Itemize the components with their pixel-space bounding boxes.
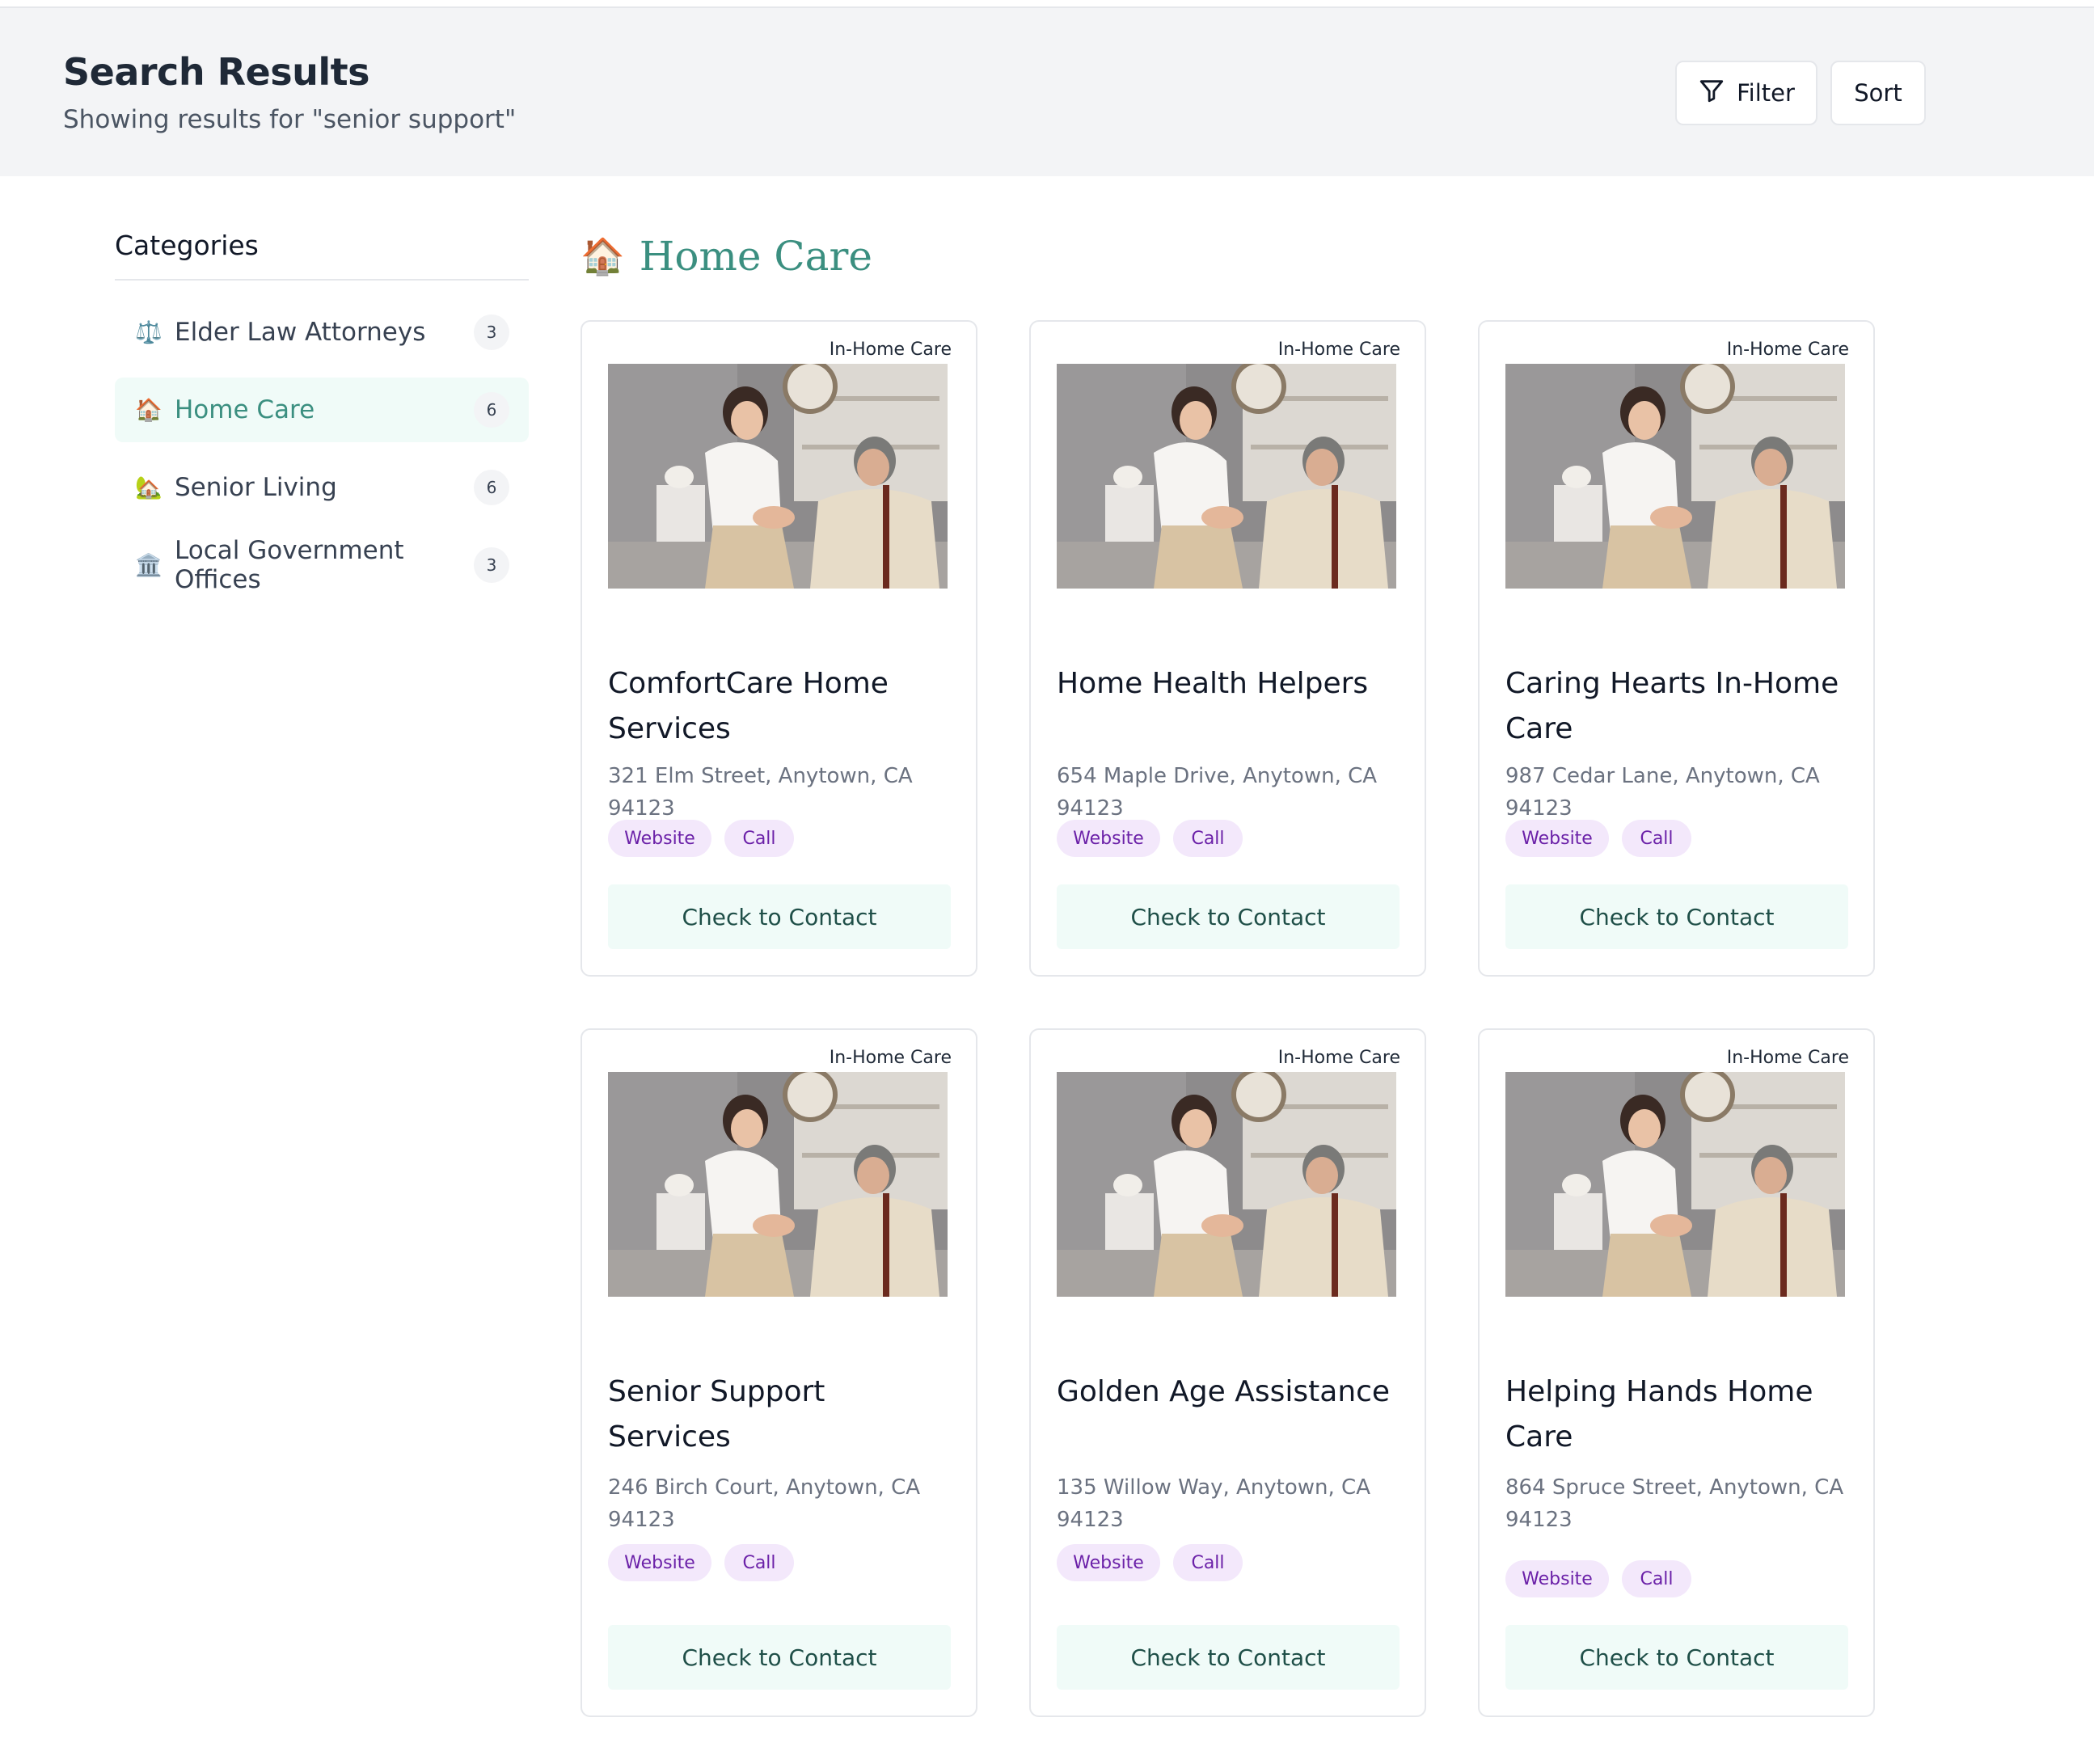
page-title: Search Results [63,50,369,94]
category-label: Home Care [175,395,315,424]
website-link[interactable]: Website [1057,1544,1160,1581]
house-icon: 🏠 [580,236,625,277]
check-to-contact-button[interactable]: Check to Contact [1505,1625,1848,1690]
provider-name: Helping Hands Home Care [1505,1375,1813,1454]
provider-photo [608,364,948,589]
card-category-tag: In-Home Care [829,1048,952,1068]
card-category-tag: In-Home Care [1277,1048,1400,1068]
category-count-badge: 6 [474,470,509,505]
category-label: Senior Living [175,473,337,502]
category-item-elder-law-attorneys[interactable]: ⚖️ Elder Law Attorneys 3 [115,300,529,365]
provider-address: 321 Elm Street, Anytown, CA 94123 [608,764,913,821]
search-query-subtitle: Showing results for "senior support" [63,105,517,134]
check-to-contact-button[interactable]: Check to Contact [1505,884,1848,949]
website-link[interactable]: Website [608,1544,711,1581]
provider-name: Home Health Helpers [1057,667,1369,700]
provider-address: 246 Birch Court, Anytown, CA 94123 [608,1475,921,1532]
provider-card: In-Home Care Helping Hands Home Care 864… [1478,1028,1875,1717]
provider-photo [1505,1072,1845,1297]
provider-photo [608,1072,948,1297]
website-link[interactable]: Website [1505,1560,1609,1597]
section-title: Home Care [639,233,872,280]
classical-building-icon: 🏛️ [135,553,163,578]
section-heading: 🏠 Home Care [580,233,872,280]
provider-card: In-Home Care Golden Age Assistance 135 W… [1029,1028,1426,1717]
website-link[interactable]: Website [608,820,711,857]
categories-title: Categories [115,230,529,281]
categories-sidebar: Categories ⚖️ Elder Law Attorneys 3 🏠 Ho… [115,230,529,610]
category-label: Local Government Offices [175,536,404,594]
category-item-home-care[interactable]: 🏠 Home Care 6 [115,378,529,442]
provider-card: In-Home Care Home Health Helpers 654 Map… [1029,320,1426,977]
check-to-contact-button[interactable]: Check to Contact [1057,884,1400,949]
filter-button-label: Filter [1737,79,1795,107]
filter-icon [1698,77,1725,110]
provider-name: Senior Support Services [608,1375,825,1454]
card-category-tag: In-Home Care [829,340,952,360]
provider-name: Golden Age Assistance [1057,1375,1391,1408]
website-link[interactable]: Website [1505,820,1609,857]
call-link[interactable]: Call [724,820,794,857]
provider-card: In-Home Care Caring Hearts In-Home Care … [1478,320,1875,977]
provider-name: ComfortCare Home Services [608,667,889,745]
category-item-local-government-offices[interactable]: 🏛️ Local Government Offices 3 [115,533,529,597]
call-link[interactable]: Call [1622,820,1691,857]
provider-card: In-Home Care Senior Support Services 246… [580,1028,977,1717]
category-count-badge: 3 [474,314,509,350]
provider-photo [1505,364,1845,589]
sort-button-label: Sort [1854,79,1902,107]
category-label: Elder Law Attorneys [175,318,426,347]
category-count-badge: 3 [474,547,509,583]
category-list: ⚖️ Elder Law Attorneys 3 🏠 Home Care 6 🏡… [115,300,529,597]
provider-address: 987 Cedar Lane, Anytown, CA 94123 [1505,764,1820,821]
card-category-tag: In-Home Care [1726,340,1849,360]
provider-photo [1057,364,1396,589]
website-link[interactable]: Website [1057,820,1160,857]
call-link[interactable]: Call [1173,1544,1243,1581]
sort-button[interactable]: Sort [1830,61,1926,125]
check-to-contact-button[interactable]: Check to Contact [1057,1625,1400,1690]
check-to-contact-button[interactable]: Check to Contact [608,884,951,949]
provider-name: Caring Hearts In-Home Care [1505,667,1839,745]
category-item-senior-living[interactable]: 🏡 Senior Living 6 [115,455,529,520]
scales-icon: ⚖️ [135,320,163,345]
provider-address: 864 Spruce Street, Anytown, CA 94123 [1505,1475,1844,1532]
house-with-garden-icon: 🏡 [135,475,163,500]
results-header: Search Results Showing results for "seni… [0,8,2094,176]
provider-address: 135 Willow Way, Anytown, CA 94123 [1057,1475,1370,1532]
call-link[interactable]: Call [1622,1560,1691,1597]
card-category-tag: In-Home Care [1277,340,1400,360]
top-rule [0,0,2094,8]
category-count-badge: 6 [474,392,509,428]
provider-photo [1057,1072,1396,1297]
card-category-tag: In-Home Care [1726,1048,1849,1068]
check-to-contact-button[interactable]: Check to Contact [608,1625,951,1690]
house-icon: 🏠 [135,398,163,423]
provider-card: In-Home Care ComfortCare Home Services 3… [580,320,977,977]
provider-address: 654 Maple Drive, Anytown, CA 94123 [1057,764,1378,821]
call-link[interactable]: Call [724,1544,794,1581]
filter-button[interactable]: Filter [1675,61,1817,125]
call-link[interactable]: Call [1173,820,1243,857]
